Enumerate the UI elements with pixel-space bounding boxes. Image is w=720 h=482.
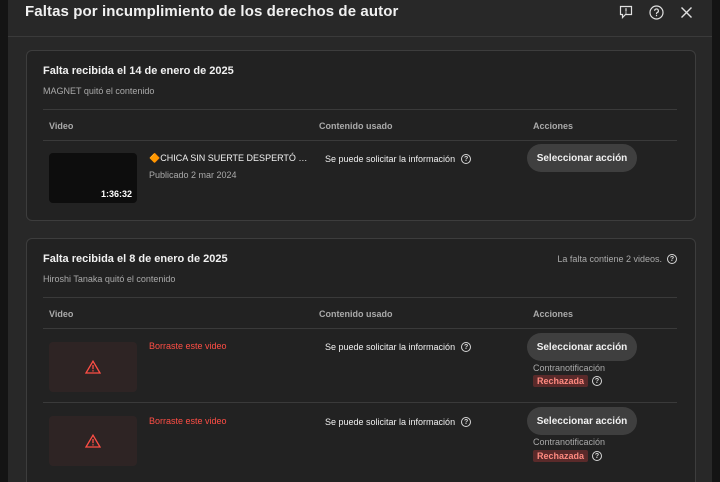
- divider: [43, 402, 677, 403]
- status-badge: Rechazada: [533, 450, 589, 462]
- deleted-video-thumbnail: [49, 416, 137, 466]
- strike-title: Falta recibida el 8 de enero de 2025: [43, 253, 228, 265]
- warning-icon: [85, 360, 101, 374]
- warning-icon: [85, 434, 101, 448]
- column-header-content-used: Contenido usado: [319, 309, 393, 319]
- select-action-button[interactable]: Seleccionar acción: [527, 333, 637, 361]
- divider: [43, 297, 677, 298]
- help-icon[interactable]: ?: [461, 417, 472, 427]
- help-icon[interactable]: ?: [667, 254, 677, 264]
- video-title[interactable]: 🔶CHICA SIN SUERTE DESPERTÓ …: [149, 153, 307, 164]
- content-used-text: Se puede solicitar la información: [325, 342, 456, 352]
- strike-subtitle: Hiroshi Tanaka quitó el contenido: [43, 274, 176, 284]
- strike-title: Falta recibida el 14 de enero de 2025: [43, 65, 234, 77]
- deleted-video-label: Borraste este video: [149, 341, 227, 351]
- status-row: Rechazada ?: [533, 375, 603, 387]
- column-header-actions: Acciones: [533, 309, 574, 319]
- content-used: Se puede solicitar la información ?: [325, 154, 472, 164]
- feedback-icon[interactable]: [618, 4, 634, 20]
- deleted-video-label: Borraste este video: [149, 416, 227, 426]
- column-header-video: Video: [49, 309, 74, 319]
- counter-notification-label: Contranotificación: [533, 363, 606, 373]
- strike-note: La falta contiene 2 videos. ?: [557, 254, 677, 264]
- content-used-text: Se puede solicitar la información: [325, 154, 456, 164]
- deleted-video-thumbnail: [49, 342, 137, 392]
- content-used-text: Se puede solicitar la información: [325, 417, 456, 427]
- strike-card: Falta recibida el 8 de enero de 2025 Hir…: [26, 238, 696, 482]
- dialog-header: Faltas por incumplimiento de los derecho…: [8, 0, 712, 37]
- help-icon[interactable]: ?: [592, 376, 603, 386]
- video-thumbnail[interactable]: 1:36:32: [49, 153, 137, 203]
- video-date: Publicado 2 mar 2024: [149, 170, 237, 180]
- copyright-strikes-dialog: Faltas por incumplimiento de los derecho…: [8, 0, 712, 482]
- strike-card: Falta recibida el 14 de enero de 2025 MA…: [26, 50, 696, 221]
- counter-notification-label: Contranotificación: [533, 437, 606, 447]
- strike-note-text: La falta contiene 2 videos.: [557, 254, 662, 264]
- content-used: Se puede solicitar la información ?: [325, 342, 472, 352]
- help-icon[interactable]: ?: [461, 342, 472, 352]
- help-icon[interactable]: ?: [461, 154, 472, 164]
- help-icon[interactable]: ?: [592, 451, 603, 461]
- help-icon[interactable]: [648, 4, 664, 20]
- strike-subtitle: MAGNET quitó el contenido: [43, 86, 155, 96]
- status-row: Rechazada ?: [533, 450, 603, 462]
- select-action-button[interactable]: Seleccionar acción: [527, 144, 637, 172]
- select-action-button[interactable]: Seleccionar acción: [527, 407, 637, 435]
- status-badge: Rechazada: [533, 375, 589, 387]
- divider: [43, 140, 677, 141]
- video-duration: 1:36:32: [100, 189, 132, 199]
- divider: [43, 109, 677, 110]
- dialog-title: Faltas por incumplimiento de los derecho…: [25, 3, 399, 20]
- close-icon[interactable]: [678, 4, 694, 20]
- divider: [43, 328, 677, 329]
- content-used: Se puede solicitar la información ?: [325, 417, 472, 427]
- column-header-actions: Acciones: [533, 121, 574, 131]
- column-header-content-used: Contenido usado: [319, 121, 393, 131]
- column-header-video: Video: [49, 121, 74, 131]
